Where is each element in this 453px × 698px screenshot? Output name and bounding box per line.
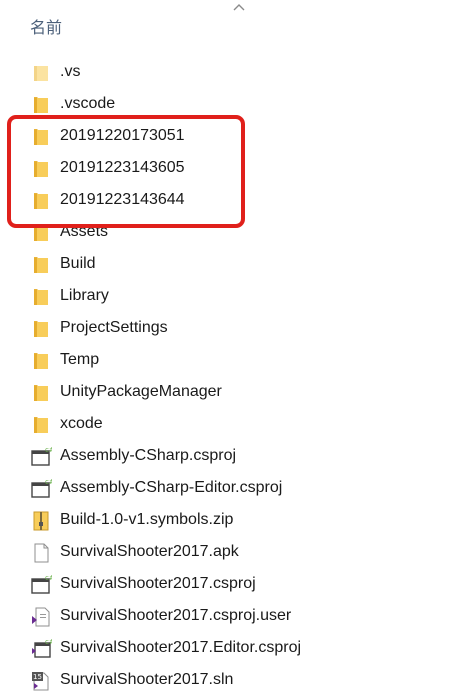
svg-text:c#: c# — [45, 574, 52, 582]
file-name: .vscode — [60, 95, 116, 112]
folder-icon — [30, 222, 52, 244]
file-row[interactable]: 20191220173051 — [0, 120, 453, 152]
file-name: .vs — [60, 63, 81, 80]
file-row[interactable]: Assets — [0, 216, 453, 248]
file-row[interactable]: .vscode — [0, 88, 453, 120]
solution-icon: 15 — [30, 670, 52, 692]
svg-text:c#: c# — [45, 446, 52, 454]
file-row[interactable]: c# Assembly-CSharp.csproj — [0, 440, 453, 472]
file-name: SurvivalShooter2017.Editor.csproj — [60, 639, 302, 656]
csproj-icon: c# — [30, 638, 55, 660]
folder-icon — [30, 350, 52, 372]
file-name: 20191223143644 — [60, 191, 185, 208]
file-row[interactable]: Build-1.0-v1.symbols.zip — [0, 504, 453, 536]
file-name: SurvivalShooter2017.csproj — [60, 575, 256, 592]
file-row[interactable]: SurvivalShooter2017.csproj.user — [0, 600, 453, 632]
folder-icon — [30, 62, 52, 84]
file-row[interactable]: SurvivalShooter2017.apk — [0, 536, 453, 568]
file-name: Assets — [60, 223, 109, 240]
file-row[interactable]: xcode — [0, 408, 453, 440]
svg-text:15: 15 — [33, 673, 42, 681]
folder-icon — [30, 414, 52, 436]
file-name: Assembly-CSharp.csproj — [60, 447, 237, 464]
name-column-header[interactable]: 名前 — [30, 14, 62, 38]
file-row[interactable]: Temp — [0, 344, 453, 376]
file-name: SurvivalShooter2017.csproj.user — [60, 607, 292, 624]
zip-icon — [30, 510, 52, 532]
csproj-icon: c# — [30, 574, 55, 596]
file-name: Library — [60, 287, 109, 304]
file-row[interactable]: 20191223143605 — [0, 152, 453, 184]
file-icon — [30, 542, 52, 564]
file-name: xcode — [60, 415, 103, 432]
file-name: Assembly-CSharp-Editor.csproj — [60, 479, 283, 496]
file-name: Build — [60, 255, 96, 272]
file-name: SurvivalShooter2017.sln — [60, 671, 234, 688]
folder-icon — [30, 382, 52, 404]
file-row[interactable]: c# SurvivalShooter2017.Editor.csproj — [0, 632, 453, 664]
file-name: ProjectSettings — [60, 319, 168, 336]
file-name: Build-1.0-v1.symbols.zip — [60, 511, 234, 528]
file-row[interactable]: 20191223143644 — [0, 184, 453, 216]
csproj-icon: c# — [30, 446, 55, 468]
folder-icon — [30, 254, 52, 276]
column-header[interactable]: 名前 — [0, 0, 453, 44]
chevron-up-icon[interactable] — [232, 2, 246, 12]
user-file-icon — [30, 606, 52, 628]
file-row[interactable]: c# Assembly-CSharp-Editor.csproj — [0, 472, 453, 504]
file-row[interactable]: .vs — [0, 56, 453, 88]
svg-text:c#: c# — [45, 638, 52, 646]
svg-text:c#: c# — [45, 478, 52, 486]
file-row[interactable]: ProjectSettings — [0, 312, 453, 344]
file-list: .vs .vscode 20191220173051 20191223143605 20… — [0, 56, 453, 696]
file-explorer: 名前 .vs .vscode 20191220173051 2019122314360… — [0, 0, 453, 698]
csproj-icon: c# — [30, 478, 55, 500]
file-name: 20191220173051 — [60, 127, 185, 144]
file-name: Temp — [60, 351, 100, 368]
folder-icon — [30, 94, 52, 116]
folder-icon — [30, 286, 52, 308]
file-row[interactable]: Library — [0, 280, 453, 312]
folder-icon — [30, 318, 52, 340]
file-row[interactable]: c# SurvivalShooter2017.csproj — [0, 568, 453, 600]
folder-icon — [30, 158, 52, 180]
file-row[interactable]: Build — [0, 248, 453, 280]
folder-icon — [30, 126, 52, 148]
file-name: SurvivalShooter2017.apk — [60, 543, 239, 560]
file-name: UnityPackageManager — [60, 383, 222, 400]
folder-icon — [30, 190, 52, 212]
file-row[interactable]: UnityPackageManager — [0, 376, 453, 408]
file-row[interactable]: 15 SurvivalShooter2017.sln — [0, 664, 453, 696]
file-name: 20191223143605 — [60, 159, 185, 176]
